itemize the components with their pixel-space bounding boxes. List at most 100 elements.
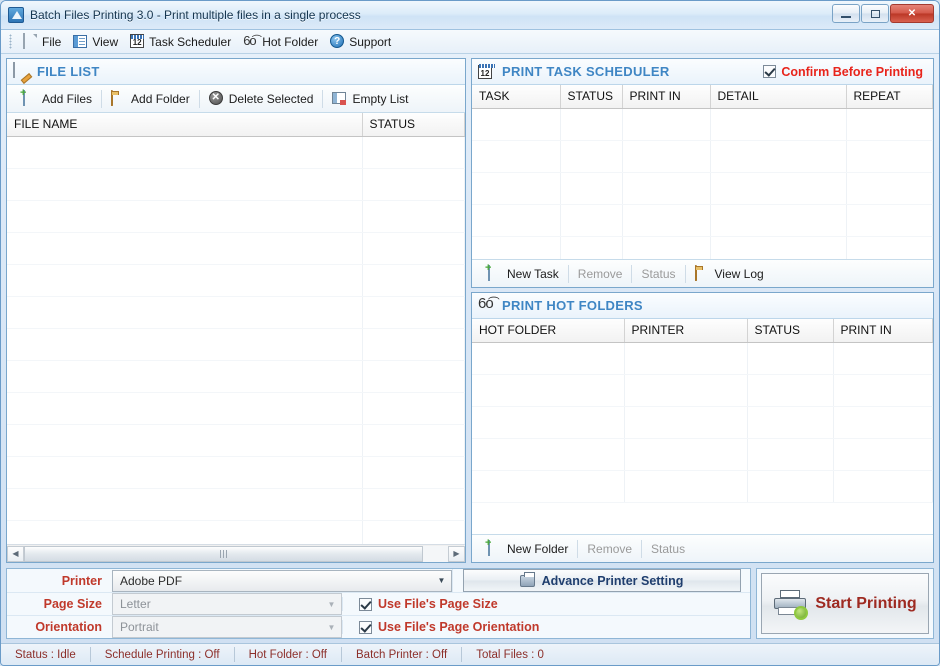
hot-folders-table: HOT FOLDER PRINTER STATUS PRINT IN: [472, 319, 933, 503]
table-row[interactable]: [7, 456, 465, 489]
bottom-settings-area: Printer Adobe PDF ▼ Advance Printer Sett…: [1, 563, 939, 643]
empty-list-button[interactable]: Empty List: [323, 88, 417, 109]
scheduler-status-button[interactable]: Status: [632, 264, 684, 284]
table-row[interactable]: [7, 168, 465, 201]
hot-folders-table-area[interactable]: HOT FOLDER PRINTER STATUS PRINT IN: [472, 319, 933, 534]
scroll-left-arrow[interactable]: ◀: [7, 545, 24, 562]
scheduler-toolbar: New Task Remove Status View Log: [472, 259, 933, 287]
column-header-detail[interactable]: DETAIL: [710, 85, 847, 109]
table-row[interactable]: [7, 264, 465, 297]
advance-printer-setting-button[interactable]: Advance Printer Setting: [462, 569, 741, 592]
list-view-icon: [73, 34, 88, 49]
checkbox-box[interactable]: [359, 620, 372, 634]
column-header-print-in[interactable]: PRINT IN: [833, 319, 933, 343]
table-row[interactable]: [472, 374, 933, 407]
scheduler-body: [472, 108, 933, 259]
column-header-print-in[interactable]: PRINT IN: [622, 85, 711, 109]
checkbox-box[interactable]: [359, 597, 372, 611]
column-header-printer[interactable]: PRINTER: [624, 319, 748, 343]
table-row[interactable]: [7, 296, 465, 329]
table-row[interactable]: [472, 470, 933, 503]
close-button[interactable]: ✕: [890, 4, 934, 23]
table-row[interactable]: [7, 232, 465, 265]
scroll-track[interactable]: [24, 545, 448, 562]
printer-value: Adobe PDF: [120, 573, 183, 588]
table-row[interactable]: [7, 392, 465, 425]
glasses-icon: 6o͡: [478, 294, 494, 312]
column-header-task[interactable]: TASK: [472, 85, 561, 109]
hot-folders-status-label: Status: [651, 541, 686, 556]
hot-folders-status-button[interactable]: Status: [642, 539, 694, 559]
add-files-button[interactable]: Add Files: [13, 88, 101, 109]
menu-item-task-scheduler[interactable]: 12 Task Scheduler: [126, 32, 239, 51]
column-header-status[interactable]: STATUS: [747, 319, 834, 343]
scroll-thumb[interactable]: [24, 545, 423, 562]
application-window: Batch Files Printing 3.0 - Print multipl…: [0, 0, 940, 666]
menu-item-support[interactable]: ? Support: [326, 32, 399, 51]
column-header-status[interactable]: STATUS: [560, 85, 623, 109]
orientation-select[interactable]: Portrait ▼: [112, 616, 342, 638]
checkbox-box[interactable]: [763, 65, 777, 78]
scheduler-panel: 12 PRINT TASK SCHEDULER Confirm Before P…: [471, 58, 934, 288]
table-row[interactable]: [7, 488, 465, 521]
menu-item-view[interactable]: View: [69, 32, 126, 51]
use-file-page-orientation-checkbox[interactable]: Use File's Page Orientation: [359, 620, 539, 634]
table-row[interactable]: [7, 200, 465, 233]
new-folder-button[interactable]: New Folder: [478, 538, 577, 559]
maximize-button[interactable]: [861, 4, 889, 23]
column-header-file-name[interactable]: FILE NAME: [7, 113, 363, 137]
table-row[interactable]: [472, 108, 933, 141]
file-list-horizontal-scrollbar[interactable]: ◀ ▶: [7, 544, 465, 562]
printer-row: Printer Adobe PDF ▼ Advance Printer Sett…: [7, 569, 750, 593]
scheduler-status-label: Status: [641, 266, 676, 281]
scheduler-table-area[interactable]: TASK STATUS PRINT IN DETAIL REPEAT: [472, 85, 933, 259]
table-row[interactable]: [472, 236, 933, 259]
chevron-down-icon[interactable]: ▼: [324, 618, 339, 636]
add-folder-button[interactable]: Add Folder: [102, 88, 199, 109]
column-header-hot-folder[interactable]: HOT FOLDER: [472, 319, 625, 343]
scheduler-remove-button[interactable]: Remove: [569, 264, 632, 284]
column-header-repeat[interactable]: REPEAT: [846, 85, 933, 109]
menu-item-hot-folder[interactable]: 6o͡ Hot Folder: [239, 32, 326, 51]
use-file-page-size-checkbox[interactable]: Use File's Page Size: [359, 597, 498, 611]
table-row[interactable]: [472, 342, 933, 375]
chevron-down-icon[interactable]: ▼: [324, 595, 339, 613]
minimize-button[interactable]: [832, 4, 860, 23]
table-row[interactable]: [7, 360, 465, 393]
empty-list-icon: [332, 91, 347, 106]
menu-item-file[interactable]: File: [19, 32, 69, 51]
menu-label-hot-folder: Hot Folder: [262, 34, 319, 49]
printer-icon: [519, 571, 535, 587]
page-size-select[interactable]: Letter ▼: [112, 593, 342, 615]
delete-selected-button[interactable]: ✕ Delete Selected: [200, 88, 323, 109]
table-row[interactable]: [7, 424, 465, 457]
table-row[interactable]: [472, 406, 933, 439]
table-row[interactable]: [472, 438, 933, 471]
maximize-icon: [870, 9, 880, 18]
confirm-before-printing-checkbox[interactable]: Confirm Before Printing: [763, 65, 927, 79]
scroll-right-arrow[interactable]: ▶: [448, 545, 465, 562]
table-row[interactable]: [7, 328, 465, 361]
new-task-button[interactable]: New Task: [478, 263, 568, 284]
app-printer-icon: [8, 7, 24, 23]
file-list-table-area[interactable]: FILE NAME STATUS: [7, 113, 465, 544]
file-list-header: FILE LIST: [7, 59, 465, 85]
column-header-status[interactable]: STATUS: [362, 113, 465, 137]
page-size-label: Page Size: [43, 597, 102, 611]
hot-folders-remove-button[interactable]: Remove: [578, 539, 641, 559]
table-row[interactable]: [7, 520, 465, 544]
start-printing-button[interactable]: Start Printing: [761, 573, 929, 634]
table-row[interactable]: [472, 140, 933, 173]
printer-select[interactable]: Adobe PDF ▼: [112, 569, 452, 592]
chevron-down-icon[interactable]: ▼: [434, 572, 449, 590]
file-list-panel: FILE LIST Add Files Add Folder ✕: [6, 58, 466, 563]
add-folder-label: Add Folder: [131, 91, 190, 106]
table-row[interactable]: [7, 136, 465, 169]
view-log-button[interactable]: View Log: [686, 263, 773, 284]
table-row[interactable]: [472, 172, 933, 205]
table-row[interactable]: [472, 204, 933, 237]
hot-folders-panel: 6o͡ PRINT HOT FOLDERS HOT FOLDER PRINTER…: [471, 292, 934, 563]
hot-folders-remove-label: Remove: [587, 541, 633, 556]
toolbar-grip: [9, 34, 12, 49]
printer-gear-icon: [773, 589, 809, 620]
